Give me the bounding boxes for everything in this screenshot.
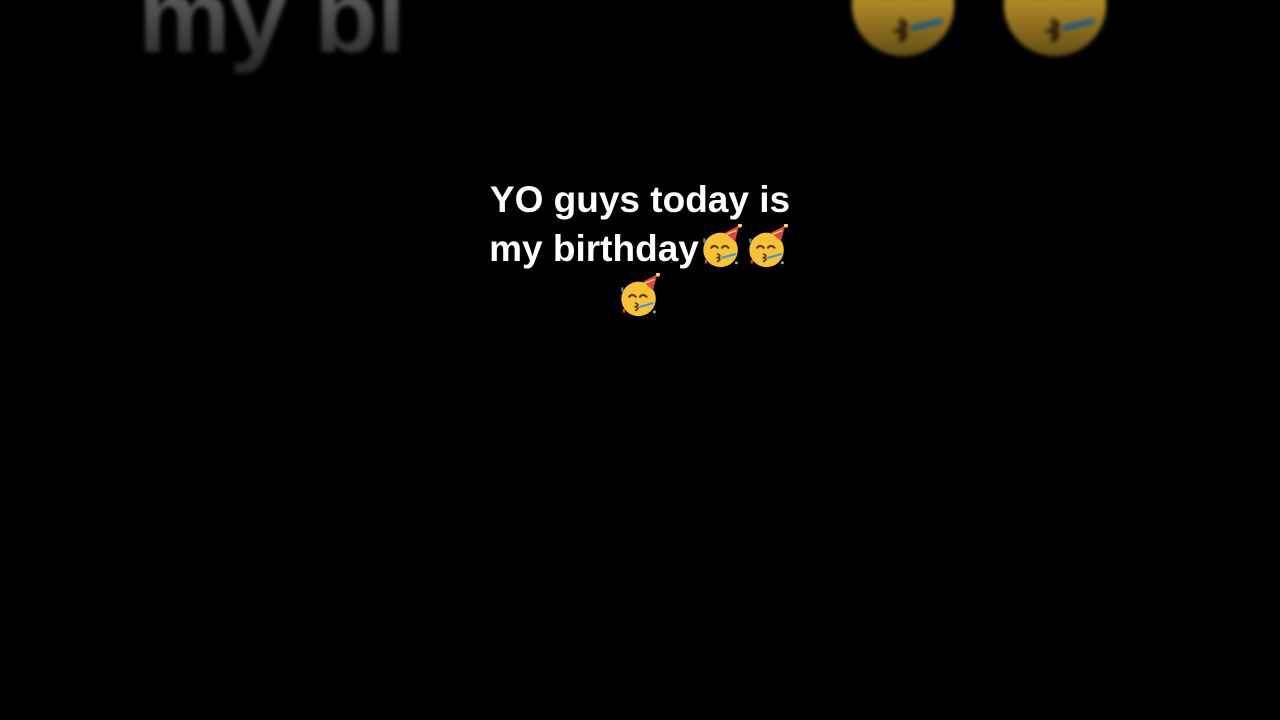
partying-face-icon	[617, 273, 663, 319]
caption-line-2: my birthday	[440, 224, 840, 273]
partying-face-icon	[699, 224, 745, 270]
blurred-partying-face-icon	[992, 0, 1118, 64]
caption-line-2-text: my birthday	[489, 228, 699, 269]
blurred-partying-face-icon	[840, 0, 966, 64]
blurred-background-text: my bi	[138, 0, 406, 75]
video-frame: my bi YO guys today is my birthday	[0, 0, 1280, 720]
caption-line-1: YO guys today is	[489, 179, 791, 220]
partying-face-icon	[745, 224, 791, 270]
caption-line-3	[440, 273, 840, 322]
caption: YO guys today is my birthday	[440, 176, 840, 322]
